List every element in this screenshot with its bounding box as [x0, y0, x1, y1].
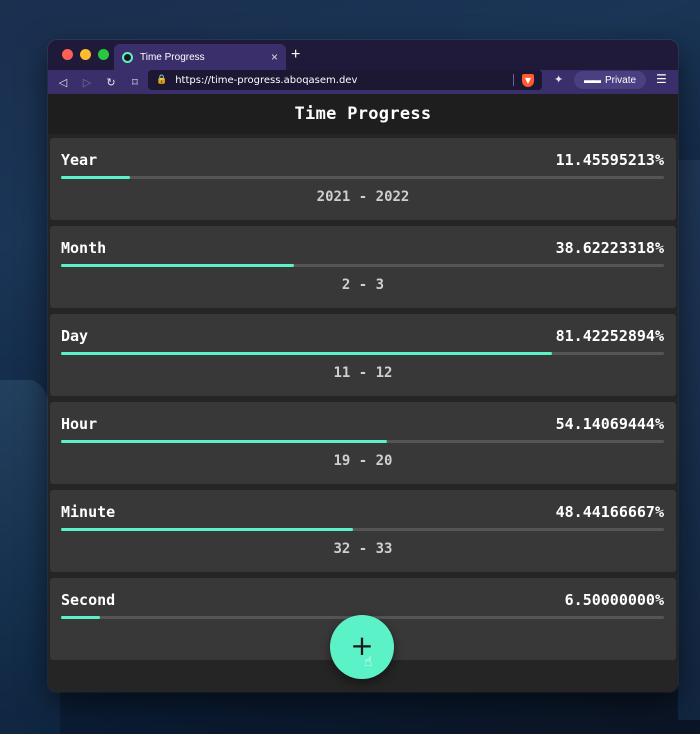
progress-fill — [61, 352, 552, 355]
progress-percent: 81.42252894% — [555, 327, 664, 345]
extensions-icon[interactable]: ✦ — [554, 73, 563, 86]
progress-card-day: Day 81.42252894% 11 - 12 — [50, 314, 676, 396]
progress-label: Month — [61, 239, 107, 257]
progress-track — [61, 264, 664, 267]
favicon-icon — [122, 51, 133, 63]
progress-card-minute: Minute 48.44166667% 32 - 33 — [50, 490, 676, 572]
private-glasses-icon: ▬▬ — [583, 75, 601, 85]
progress-range: 11 - 12 — [333, 365, 393, 381]
progress-label: Year — [61, 151, 98, 169]
url-separator — [513, 74, 514, 86]
lock-icon: 🔒 — [156, 75, 168, 85]
progress-range: 19 - 20 — [333, 453, 393, 469]
progress-percent: 38.62223318% — [555, 239, 664, 257]
progress-card-month: Month 38.62223318% 2 - 3 — [50, 226, 676, 308]
browser-tab[interactable]: Time Progress × — [114, 44, 286, 70]
maximize-window-button[interactable] — [98, 49, 109, 60]
page-title: Time Progress — [294, 104, 432, 124]
progress-percent: 54.14069444% — [555, 415, 664, 433]
new-tab-button[interactable]: + — [291, 46, 300, 64]
progress-fill — [61, 264, 294, 267]
progress-label: Second — [61, 591, 116, 609]
progress-fill — [61, 616, 101, 619]
progress-track — [61, 440, 664, 443]
title-bar: Time Progress × + — [48, 40, 678, 70]
browser-window: Time Progress × + ◁ ▷ ↻ ⌑ 🔒 https://time… — [48, 40, 678, 692]
back-icon[interactable]: ◁ — [56, 76, 70, 89]
close-window-button[interactable] — [62, 49, 73, 60]
forward-icon[interactable]: ▷ — [80, 76, 94, 89]
desktop-wallpaper-edge — [678, 160, 700, 720]
url-text[interactable]: https://time-progress.aboqasem.dev — [175, 75, 505, 86]
progress-track — [61, 528, 664, 531]
progress-track — [61, 352, 664, 355]
pointer-cursor-icon: ☝ — [364, 654, 373, 670]
minimize-window-button[interactable] — [80, 49, 91, 60]
close-tab-icon[interactable]: × — [271, 50, 278, 64]
address-bar[interactable]: 🔒 https://time-progress.aboqasem.dev ▼ — [148, 70, 542, 90]
progress-list: Year 11.45595213% 2021 - 2022 Month 38.6… — [48, 134, 678, 660]
progress-range: 2021 - 2022 — [316, 189, 410, 205]
progress-track — [61, 176, 664, 179]
progress-label: Day — [61, 327, 89, 345]
progress-label: Hour — [61, 415, 98, 433]
add-button[interactable]: + — [330, 615, 394, 679]
progress-card-hour: Hour 54.14069444% 19 - 20 — [50, 402, 676, 484]
tab-title: Time Progress — [140, 51, 205, 63]
page-content: Time Progress Year 11.45595213% 2021 - 2… — [48, 94, 678, 692]
progress-range: 2 - 3 — [341, 277, 385, 293]
brave-shield-icon[interactable]: ▼ — [522, 73, 534, 87]
progress-fill — [61, 528, 354, 531]
window-controls — [62, 49, 109, 60]
reload-icon[interactable]: ↻ — [104, 76, 118, 89]
private-window-badge[interactable]: ▬▬ Private — [574, 71, 646, 89]
progress-range: 32 - 33 — [333, 541, 393, 557]
progress-card-year: Year 11.45595213% 2021 - 2022 — [50, 138, 676, 220]
progress-percent: 48.44166667% — [555, 503, 664, 521]
private-label: Private — [604, 74, 637, 86]
progress-label: Minute — [61, 503, 116, 521]
bookmark-icon[interactable]: ⌑ — [128, 76, 142, 89]
progress-percent: 11.45595213% — [555, 151, 664, 169]
menu-icon[interactable]: ☰ — [656, 72, 667, 86]
progress-percent: 6.50000000% — [564, 591, 664, 609]
progress-fill — [61, 176, 131, 179]
progress-fill — [61, 440, 388, 443]
page-header: Time Progress — [48, 94, 678, 134]
